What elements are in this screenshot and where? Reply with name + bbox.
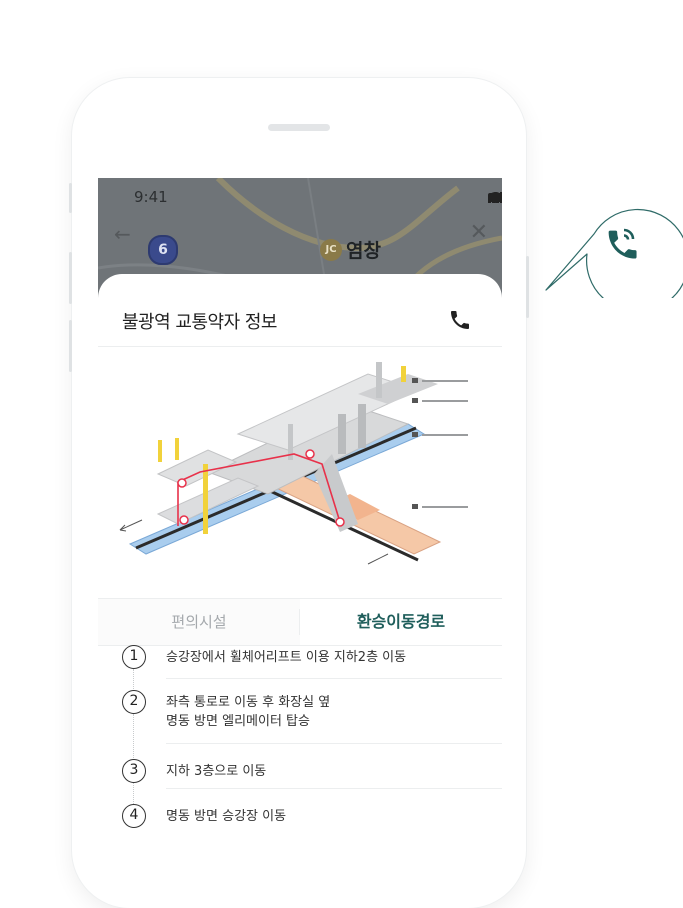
info-sheet: 불광역 교통약자 정보 편의시설 환승이동경로 1 승강장에서 휠체어리프트 이… (98, 274, 502, 891)
step-line: 좌측 통로로 이동 후 화장실 옆 (166, 695, 331, 710)
divider (166, 788, 502, 789)
station-diagram (118, 354, 478, 580)
back-arrow-icon[interactable]: ← (114, 222, 131, 246)
station-diagram-illustration (119, 362, 468, 565)
step-text: 좌측 통로로 이동 후 화장실 옆 명동 방면 엘리메이터 탑승 (166, 693, 330, 731)
route-badge: 6 (148, 235, 178, 265)
step-number: 3 (122, 759, 146, 783)
step-line: 승강장에서 휠체어리프트 이용 지하2층 이동 (166, 650, 407, 665)
junction-badge: JC (320, 238, 342, 261)
divider (166, 743, 502, 744)
tab-facilities[interactable]: 편의시설 (98, 599, 300, 645)
step-text: 명동 방면 승강장 이동 (166, 807, 286, 826)
map-station-name: 염창 (346, 240, 381, 262)
step-number: 1 (122, 645, 146, 669)
phone-left-button (69, 252, 72, 304)
step-text: 지하 3층으로 이동 (166, 762, 266, 781)
phone-right-button (526, 256, 529, 318)
call-bubble[interactable] (540, 190, 683, 313)
phone-screen: 9:41 ← ✕ 6 JC 염창 불광역 교통약자 정보 편의시설 환승이동경로… (98, 178, 502, 891)
phone-icon[interactable] (448, 308, 472, 336)
step-connector (133, 669, 134, 691)
tab-transfer-route[interactable]: 환승이동경로 (300, 599, 502, 645)
phone-left-button (69, 183, 72, 213)
step-number: 4 (122, 804, 146, 828)
battery-icon (488, 193, 502, 202)
tab-bar: 편의시설 환승이동경로 (98, 598, 502, 646)
divider (166, 678, 502, 679)
close-icon[interactable]: ✕ (470, 220, 488, 245)
step-number: 2 (122, 690, 146, 714)
status-time: 9:41 (134, 188, 168, 206)
step-line: 지하 3층으로 이동 (166, 764, 267, 779)
map-station-label: JC 염창 (320, 236, 381, 263)
phone-speaker (268, 124, 330, 131)
call-bubble-shape (545, 208, 683, 313)
sheet-header: 불광역 교통약자 정보 (98, 274, 502, 347)
phone-left-button (69, 320, 72, 372)
step-text: 승강장에서 휠체어리프트 이용 지하2층 이동 (166, 648, 406, 667)
step-line: 명동 방면 엘리메이터 탑승 (166, 714, 310, 729)
step-line: 명동 방면 승강장 이동 (166, 809, 287, 824)
sheet-title: 불광역 교통약자 정보 (122, 312, 277, 333)
